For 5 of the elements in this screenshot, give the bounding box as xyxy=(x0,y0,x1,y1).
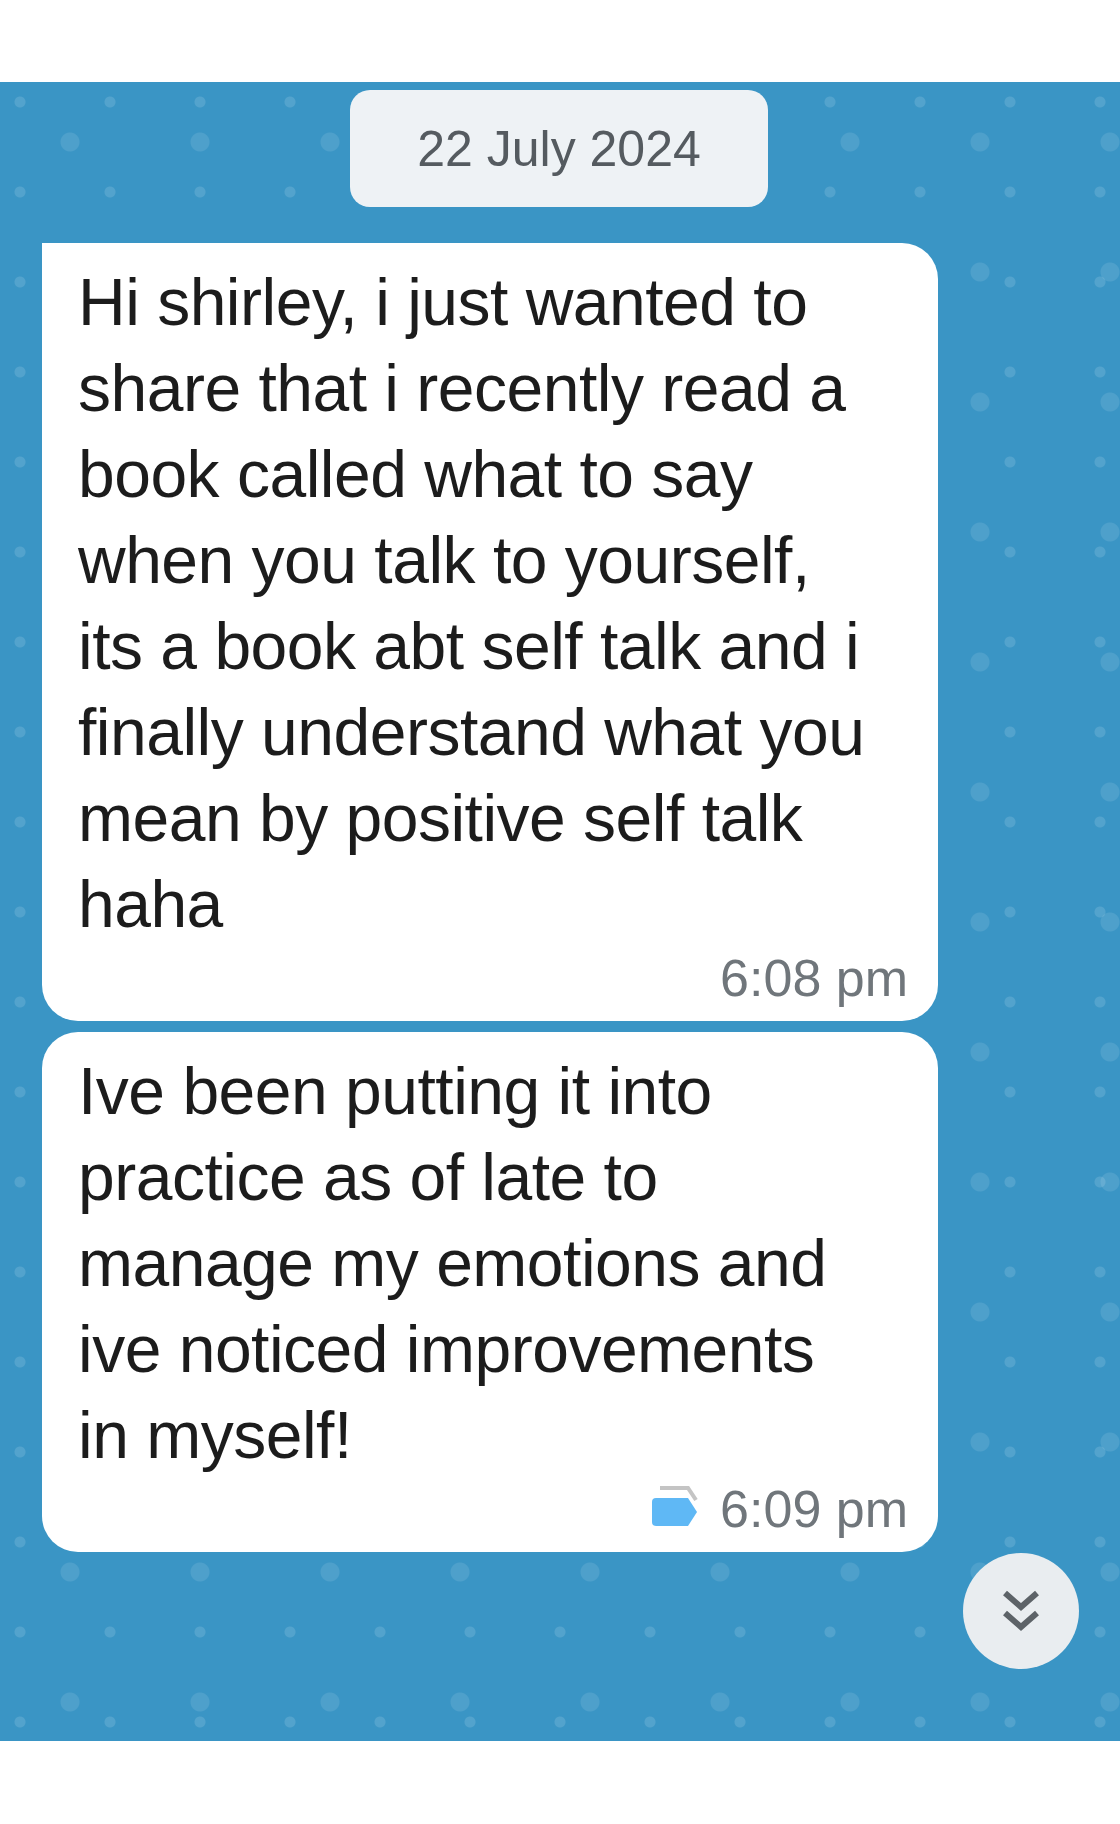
message-time: 6:08 pm xyxy=(720,948,908,1009)
double-chevron-down-icon xyxy=(1001,1589,1041,1633)
message-text: Hi shirley, i just wanted to share that i recently read a book called what to say when you talk to yourself, its a book abt self talk and i finally understand what you mean by positive self talk haha xyxy=(78,264,866,943)
message-time: 6:09 pm xyxy=(720,1479,908,1540)
message-text: Ive been putting it into practice as of late to manage my emotions and ive noticed improvements in myself! xyxy=(78,1053,828,1474)
